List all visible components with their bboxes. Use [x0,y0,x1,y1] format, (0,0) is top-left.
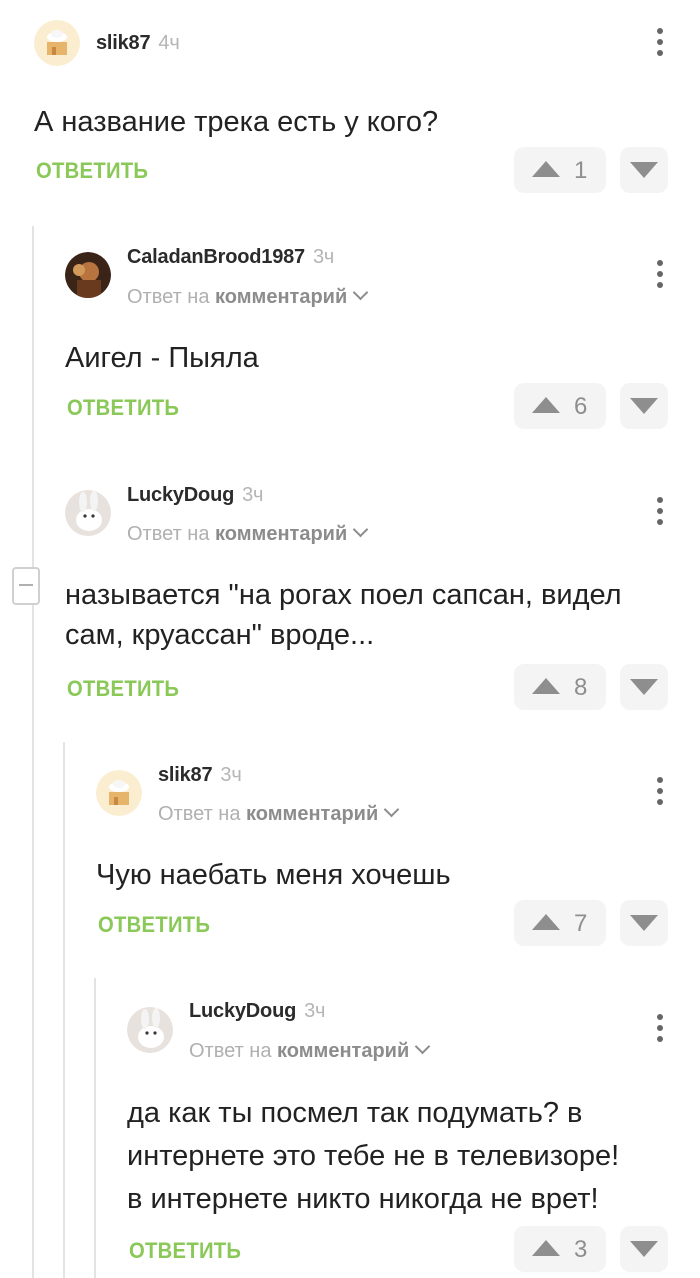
reply-button[interactable]: ОТВЕТИТЬ [98,912,210,938]
reply-button[interactable]: ОТВЕТИТЬ [129,1238,241,1264]
thread-line [63,742,65,1278]
rating-count: 1 [574,157,588,184]
comment-time: 3ч [242,484,264,506]
thread-line [94,978,96,1278]
comment-text-line: интернете это тебе не в телевизоре! [127,1140,620,1172]
chevron-down-icon [383,801,400,818]
vote-down-button[interactable] [620,147,668,193]
vote-down-button[interactable] [620,383,668,429]
vote-down-button[interactable] [620,900,668,946]
vote-down-button[interactable] [620,664,668,710]
collapse-thread-button[interactable] [12,567,40,605]
triangle-down-icon [630,162,658,178]
comment-text: Чую наебать меня хочешь [96,859,451,891]
comment-author[interactable]: slik87 3ч [158,764,242,787]
avatar[interactable] [65,490,111,536]
rating-count: 7 [574,910,588,937]
triangle-down-icon [630,1241,658,1257]
triangle-down-icon [630,398,658,414]
avatar[interactable] [65,252,111,298]
comment-text-line: называется "на рогах поел сапсан, видел [65,579,622,611]
comment-time: 3ч [220,764,242,786]
reply-button[interactable]: ОТВЕТИТЬ [67,395,179,421]
rating-count: 3 [574,1236,588,1263]
reply-to-link[interactable]: Ответ на комментарий [127,521,369,546]
comment-author[interactable]: LuckyDoug 3ч [189,1000,325,1023]
comment-text: называется "на рогах поел сапсан, видел … [65,575,622,655]
comment-time: 4ч [158,32,180,54]
vote-up-button[interactable]: 1 [514,147,606,193]
triangle-down-icon [630,915,658,931]
avatar[interactable] [127,1007,173,1053]
avatar[interactable] [34,20,80,66]
thread-line [32,226,34,1278]
chevron-down-icon [352,284,369,301]
comment-text: А название трека есть у кого? [34,106,439,138]
reply-to-link[interactable]: Ответ на комментарий [189,1038,431,1063]
comment-text-line: да как ты посмел так подумать? в [127,1097,583,1129]
comment-author[interactable]: slik87 4ч [96,32,180,55]
reply-button[interactable]: ОТВЕТИТЬ [36,158,148,184]
triangle-up-icon [532,914,560,930]
comment-text-line: сам, круассан" вроде... [65,619,375,651]
triangle-up-icon [532,161,560,177]
triangle-up-icon [532,397,560,413]
vote-up-button[interactable]: 6 [514,383,606,429]
reply-to-link[interactable]: Ответ на комментарий [127,284,369,309]
vote-up-button[interactable]: 7 [514,900,606,946]
vote-up-button[interactable]: 3 [514,1226,606,1272]
chevron-down-icon [414,1038,431,1055]
comment-text: Аигел - Пыяла [65,342,259,374]
triangle-up-icon [532,678,560,694]
rating-count: 6 [574,393,588,420]
more-vertical-icon[interactable] [656,28,664,58]
comment-time: 3ч [312,246,335,268]
more-vertical-icon[interactable] [656,1014,664,1044]
rating-count: 8 [574,674,588,701]
comment-author[interactable]: LuckyDoug 3ч [127,484,263,507]
avatar[interactable] [96,770,142,816]
chevron-down-icon [352,521,369,538]
minus-box-icon [19,584,33,586]
more-vertical-icon[interactable] [656,497,664,527]
reply-button[interactable]: ОТВЕТИТЬ [67,676,179,702]
vote-down-button[interactable] [620,1226,668,1272]
comment-time: 3ч [304,1000,326,1022]
reply-to-link[interactable]: Ответ на комментарий [158,801,400,826]
comment-text: да как ты посмел так подумать? в интерне… [127,1092,619,1221]
more-vertical-icon[interactable] [656,777,664,807]
vote-up-button[interactable]: 8 [514,664,606,710]
more-vertical-icon[interactable] [656,260,664,290]
triangle-down-icon [630,679,658,695]
comment-author[interactable]: CaladanBrood1987 3ч [127,246,334,269]
triangle-up-icon [532,1240,560,1256]
comment-text-line: в интернете никто никогда не врет! [127,1183,599,1215]
